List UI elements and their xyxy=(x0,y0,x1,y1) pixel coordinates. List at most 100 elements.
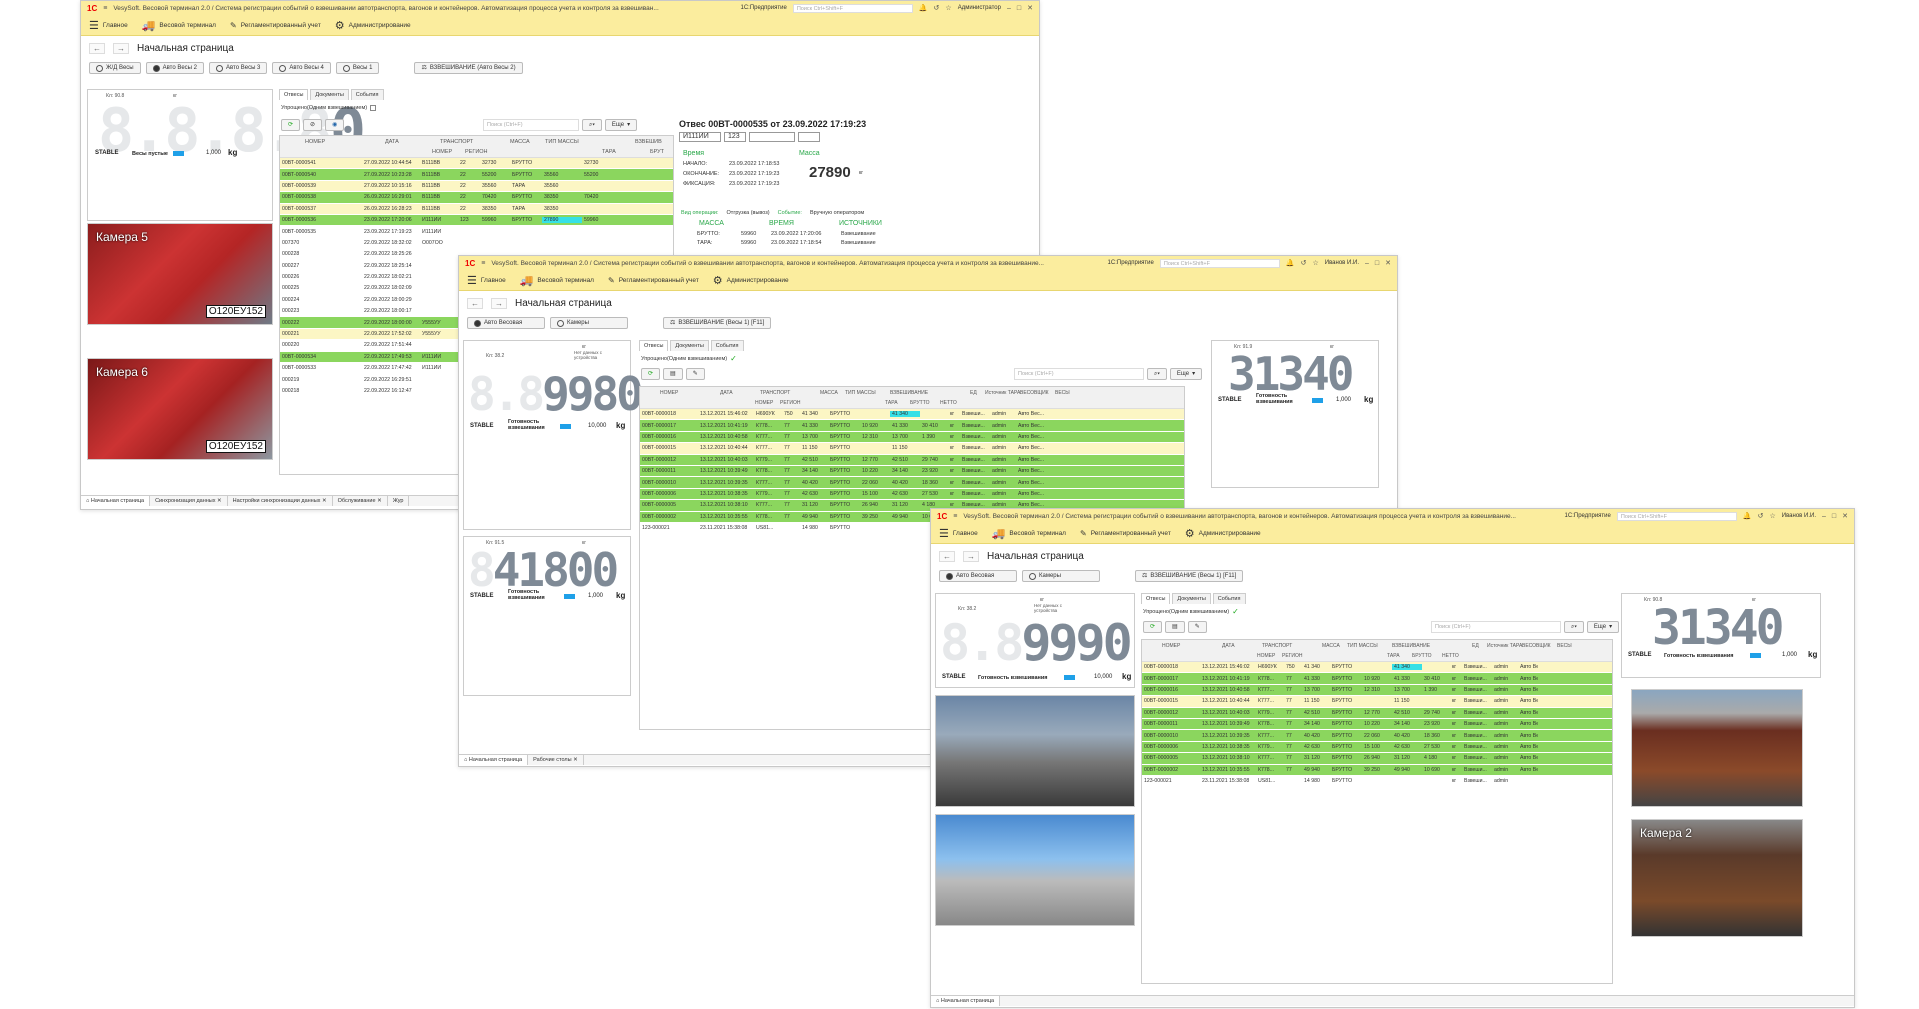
weigh-button[interactable]: ⚖ ВЗВЕШИВАНИЕ (Весы 1) [F11] xyxy=(1135,570,1244,582)
table-row[interactable]: 00ВТ-0000002 13.12.2021 10:35:55 К778... 77… xyxy=(1142,764,1612,776)
table-row[interactable]: 00ВТ-0000017 13.12.2021 10:41:19 К778... 77… xyxy=(1142,673,1612,685)
user-name[interactable]: Иванов И.И. xyxy=(1782,513,1816,519)
refresh-icon[interactable]: ⟳ xyxy=(1143,621,1163,633)
star-icon[interactable]: ☆ xyxy=(1769,512,1775,520)
tab-otvesy[interactable]: Отвесы xyxy=(639,340,669,351)
bell-icon[interactable]: 🔔 xyxy=(919,4,928,12)
footer-tab-sync-settings[interactable]: Настройки синхронизации данных ✕ xyxy=(228,496,333,506)
camera-5[interactable]: Камера 5 О120ЕУ152 xyxy=(87,223,273,325)
minimize-icon[interactable]: – xyxy=(1365,260,1369,267)
footer-tab-desktops[interactable]: Рабочие столы ✕ xyxy=(528,755,584,765)
table-row[interactable]: 00ВТ-0000538 26.09.2022 16:29:01 В111ВВ 22 7… xyxy=(280,192,673,204)
list-search-input[interactable]: Поиск (Ctrl+F) xyxy=(483,119,579,131)
close-icon[interactable]: ✕ xyxy=(1842,512,1848,520)
history-icon[interactable]: ↺ xyxy=(1758,512,1764,520)
save-icon[interactable]: ▤ xyxy=(663,368,683,380)
table-row[interactable]: 00ВТ-0000012 13.12.2021 10:40:03 К779... 77… xyxy=(1142,707,1612,719)
table-row[interactable]: 00ВТ-0000539 27.09.2022 10:15:16 В111ВВ 22 3… xyxy=(280,180,673,193)
table-row[interactable]: 00ВТ-0000537 26.09.2022 16:28:23 В111ВВ 22 3… xyxy=(280,203,673,215)
table-row[interactable]: 00ВТ-0000005 13.12.2021 10:38:10 К777... 77… xyxy=(1142,753,1612,765)
global-search-input[interactable]: Поиск Ctrl+Shift+F xyxy=(1616,511,1737,521)
back-button[interactable]: ← xyxy=(89,42,105,54)
table-row[interactable]: 00ВТ-0000017 13.12.2021 10:41:19 К778... 77… xyxy=(640,420,1184,432)
table-row[interactable]: 00ВТ-0000011 13.12.2021 10:39:49 К778... 77… xyxy=(1142,718,1612,731)
footer-tab-home[interactable]: ⌂ Начальная страница xyxy=(459,755,529,765)
table-row[interactable]: 00ВТ-0000540 27.09.2022 10:23:28 В111ВВ 22 5… xyxy=(280,169,673,181)
table-row[interactable]: 00ВТ-0000016 13.12.2021 10:40:58 К777... 77… xyxy=(640,431,1184,444)
forward-button[interactable]: → xyxy=(491,297,507,309)
weigh-button[interactable]: ⚖ ВЗВЕШИВАНИЕ (Авто Весы 2) xyxy=(414,62,523,74)
scale-btn-2[interactable]: Авто Весы 3 xyxy=(209,62,268,74)
refresh-icon[interactable]: ⟳ xyxy=(641,368,661,380)
weigh-button[interactable]: ⚖ ВЗВЕШИВАНИЕ (Весы 1) [F11] xyxy=(663,317,772,329)
forward-button[interactable]: → xyxy=(963,550,979,562)
menu-admin[interactable]: ⚙ Администрирование xyxy=(335,19,411,32)
extra-input-1[interactable] xyxy=(749,132,795,142)
table-row[interactable]: 00ВТ-0000010 13.12.2021 10:39:35 К777... 77… xyxy=(640,477,1184,489)
camera-road[interactable] xyxy=(935,814,1135,926)
menu-icon[interactable]: ≡ xyxy=(953,513,957,520)
menu-main[interactable]: ☰ Главное xyxy=(89,19,128,32)
tab-documents[interactable]: Документы xyxy=(670,340,709,351)
save-icon[interactable]: ▤ xyxy=(1165,621,1185,633)
table-row[interactable]: 00ВТ-0000011 13.12.2021 10:39:49 К778... 77… xyxy=(640,465,1184,478)
star-icon[interactable]: ☆ xyxy=(1312,259,1318,267)
maximize-icon[interactable]: □ xyxy=(1832,513,1836,520)
maximize-icon[interactable]: □ xyxy=(1017,5,1021,12)
signal-icon[interactable]: ◉ xyxy=(325,119,345,131)
menu-main[interactable]: ☰ Главное xyxy=(939,527,978,540)
search-icon[interactable]: ⌕▾ xyxy=(1564,621,1584,633)
simplified-option[interactable]: Упрощено(Одним взвешиванием) ✓ xyxy=(641,354,737,363)
table-row[interactable]: 00ВТ-0000006 13.12.2021 10:38:35 К779... 77… xyxy=(1142,741,1612,754)
menu-reglament[interactable]: ✎ Регламентированный учет xyxy=(608,276,699,285)
table-row[interactable]: 007370 22.09.2022 18:32:02 О007ОО xyxy=(280,237,673,250)
maximize-icon[interactable]: □ xyxy=(1375,260,1379,267)
footer-tab-home[interactable]: ⌂ Начальная страница xyxy=(931,996,1001,1006)
star-icon[interactable]: ☆ xyxy=(945,4,951,12)
list-search-input[interactable]: Поиск (Ctrl+F) xyxy=(1431,621,1561,633)
menu-terminal[interactable]: 🚚 Весовой терминал xyxy=(142,19,216,32)
more-button[interactable]: Еще ▾ xyxy=(1586,621,1620,633)
simplified-checkbox[interactable] xyxy=(370,105,377,111)
simplified-checkbox[interactable]: ✓ xyxy=(1232,607,1239,616)
more-button[interactable]: Еще ▾ xyxy=(604,119,638,131)
table-row[interactable]: 00ВТ-0000015 13.12.2021 10:40:44 К777... 77… xyxy=(1142,696,1612,708)
extra-input-2[interactable] xyxy=(798,132,820,142)
simplified-checkbox[interactable]: ✓ xyxy=(730,354,737,363)
mode-auto[interactable]: Авто Весовая xyxy=(467,317,545,329)
scale-btn-3[interactable]: Авто Весы 4 xyxy=(272,62,331,74)
tab-documents[interactable]: Документы xyxy=(1172,593,1211,604)
camera-6[interactable]: Камера 6 О120ЕУ152 xyxy=(87,358,273,460)
bell-icon[interactable]: 🔔 xyxy=(1743,512,1752,520)
edit-icon[interactable]: ✎ xyxy=(1187,621,1207,633)
simplified-option[interactable]: Упрощено(Одним взвешиванием) ✓ xyxy=(1143,607,1239,616)
minimize-icon[interactable]: – xyxy=(1007,5,1011,12)
camera-yard[interactable] xyxy=(935,695,1135,807)
table-row[interactable]: 00ВТ-0000010 13.12.2021 10:39:35 К777... 77… xyxy=(1142,730,1612,742)
tab-events[interactable]: События xyxy=(350,89,384,100)
table-row[interactable]: 00ВТ-0000006 13.12.2021 10:38:35 К779... 77… xyxy=(640,488,1184,501)
table-row[interactable]: 123-000021 23.11.2021 15:38:08 US81... 14 9… xyxy=(1142,775,1612,788)
plate-input[interactable]: И111ИИ xyxy=(679,132,721,142)
camera-wagon-1[interactable] xyxy=(1631,689,1803,807)
table-row[interactable]: 00ВТ-0000018 13.12.2021 15:46:02 Н690УК 750… xyxy=(1142,662,1612,674)
table-row[interactable]: 00ВТ-0000541 27.09.2022 10:44:54 В111ВВ 22 3… xyxy=(280,158,673,170)
edit-icon[interactable]: ✎ xyxy=(685,368,705,380)
more-button[interactable]: Еще ▾ xyxy=(1169,368,1203,380)
tab-events[interactable]: События xyxy=(1212,593,1246,604)
table-row[interactable]: 00ВТ-0000018 13.12.2021 15:46:02 Н690УК 750… xyxy=(640,409,1184,421)
menu-icon[interactable]: ≡ xyxy=(481,260,485,267)
mode-cameras[interactable]: Камеры xyxy=(550,317,628,329)
close-icon[interactable]: ✕ xyxy=(1385,259,1391,267)
search-icon[interactable]: ⌕▾ xyxy=(582,119,602,131)
footer-tab-journal[interactable]: Жур xyxy=(388,496,410,506)
global-search-input[interactable]: Поиск Ctrl+Shift+F xyxy=(792,3,913,13)
tab-events[interactable]: События xyxy=(710,340,744,351)
simplified-option[interactable]: Упрощено(Одним взвешиванием) xyxy=(281,105,377,111)
scale-btn-0[interactable]: Ж/Д Весы xyxy=(89,62,141,74)
table-row[interactable]: 00ВТ-0000016 13.12.2021 10:40:58 К777... 77… xyxy=(1142,684,1612,697)
mode-cameras[interactable]: Камеры xyxy=(1022,570,1100,582)
scale-btn-1[interactable]: Авто Весы 2 xyxy=(145,62,204,74)
menu-terminal[interactable]: 🚚 Весовой терминал xyxy=(520,274,594,287)
search-icon[interactable]: ⌕▾ xyxy=(1147,368,1167,380)
